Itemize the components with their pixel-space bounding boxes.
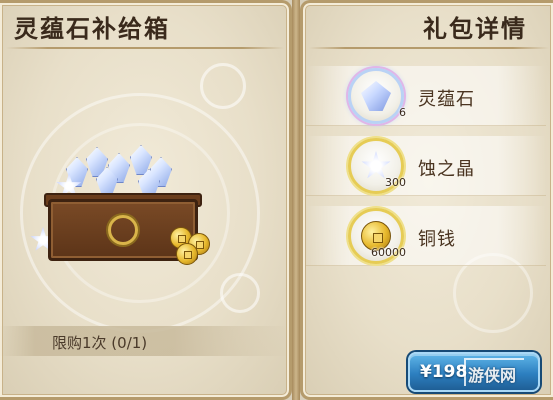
purchase-limit-text: 限购1次 (0/1) bbox=[52, 334, 148, 352]
cloud-swirl-decoration bbox=[200, 63, 246, 109]
price-label: ¥198 bbox=[420, 362, 468, 382]
reward-quantity: 6 bbox=[399, 106, 406, 119]
panel-title: 灵蕴石补给箱 bbox=[14, 14, 170, 43]
title-divider bbox=[6, 47, 284, 49]
supply-box-panel: 灵蕴石补给箱 限购1次 (0/1) bbox=[0, 0, 292, 400]
panel-divider bbox=[292, 0, 300, 400]
title-divider bbox=[309, 47, 549, 49]
chest-emblem-icon bbox=[108, 215, 138, 245]
panel-title: 礼包详情 bbox=[423, 14, 527, 43]
reward-item[interactable]: 300 蚀之晶 bbox=[306, 136, 546, 196]
reward-name: 灵蕴石 bbox=[418, 89, 475, 110]
gift-details-panel: 礼包详情 bbox=[300, 0, 553, 400]
reward-item[interactable]: 60000 铜钱 bbox=[306, 206, 546, 266]
reward-name: 铜钱 bbox=[418, 229, 456, 250]
reward-item[interactable]: 6 灵蕴石 bbox=[306, 66, 546, 126]
reward-quantity: 300 bbox=[385, 176, 406, 189]
coin-icon bbox=[176, 243, 198, 265]
reward-name: 蚀之晶 bbox=[418, 159, 475, 180]
reward-quantity: 60000 bbox=[371, 246, 406, 259]
watermark-text: 游侠网 bbox=[468, 366, 517, 385]
supply-chest-illustration bbox=[30, 143, 230, 283]
